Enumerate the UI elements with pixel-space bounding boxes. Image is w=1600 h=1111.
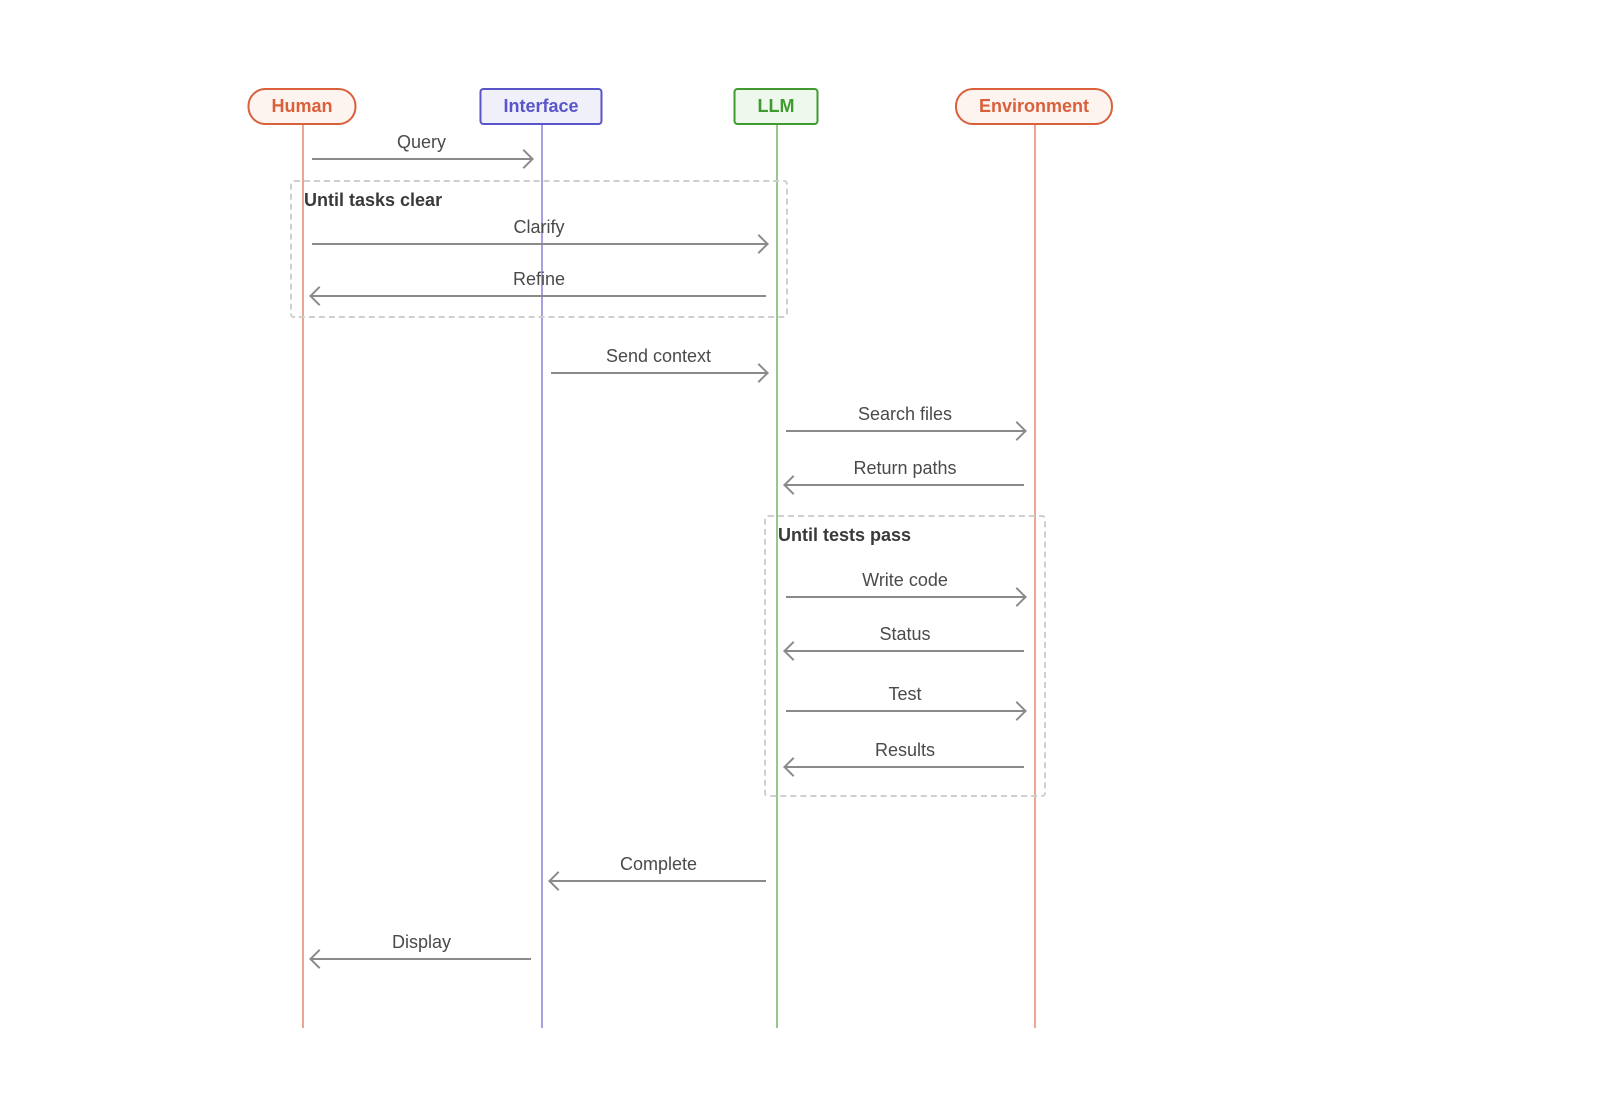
message-label: Search files <box>858 404 952 425</box>
message-label: Test <box>888 684 921 705</box>
actor-label: Human <box>271 96 332 116</box>
actor-llm: LLM <box>734 88 819 125</box>
actor-human: Human <box>247 88 356 125</box>
message-label: Display <box>392 932 451 953</box>
message-label: Write code <box>862 570 948 591</box>
actor-label: Interface <box>503 96 578 116</box>
actor-environment: Environment <box>955 88 1113 125</box>
message-label: Refine <box>513 269 565 290</box>
loop-until-tasks-clear: Until tasks clear <box>290 180 788 318</box>
message-label: Complete <box>620 854 697 875</box>
message-label: Status <box>879 624 930 645</box>
actor-interface: Interface <box>479 88 602 125</box>
actor-label: LLM <box>758 96 795 116</box>
sequence-diagram: Until tasks clear Until tests pass Human… <box>0 0 1600 1111</box>
loop-label: Until tasks clear <box>304 190 442 211</box>
message-label: Results <box>875 740 935 761</box>
message-label: Query <box>397 132 446 153</box>
actor-label: Environment <box>979 96 1089 116</box>
loop-label: Until tests pass <box>778 525 911 546</box>
message-label: Return paths <box>853 458 956 479</box>
message-label: Clarify <box>513 217 564 238</box>
message-label: Send context <box>606 346 711 367</box>
